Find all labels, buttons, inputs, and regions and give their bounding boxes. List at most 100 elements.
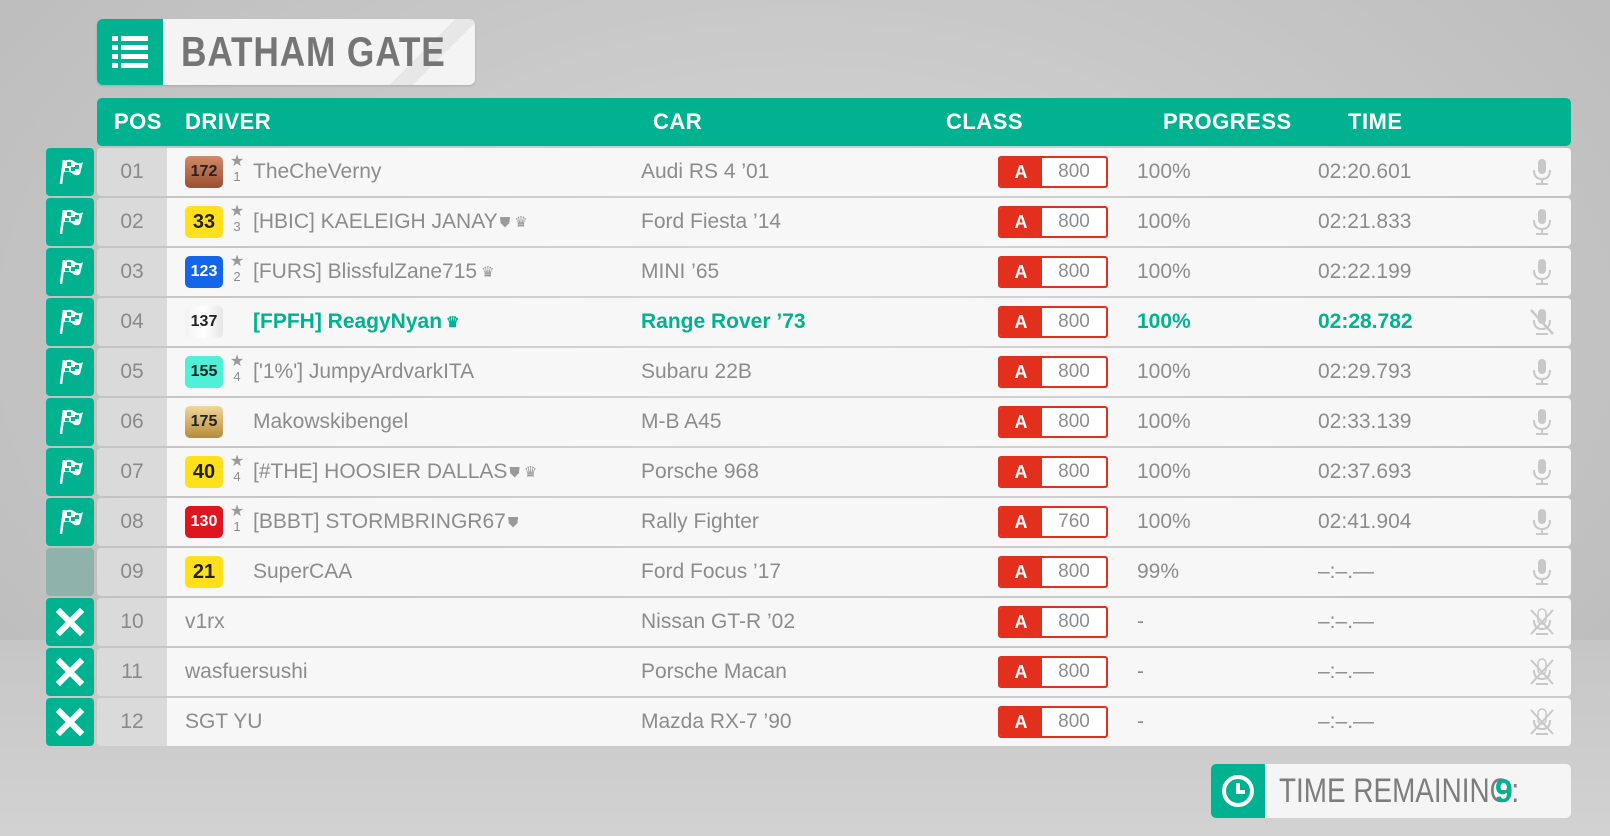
shield-icon: ⛊ [509, 464, 520, 480]
mic-muted-icon[interactable] [1529, 308, 1555, 336]
car-name: Porsche 968 [641, 460, 759, 483]
lap-time: 02:41.904 [1318, 510, 1412, 533]
position: 07 [97, 448, 167, 496]
position: 06 [97, 398, 167, 446]
mic-icon[interactable] [1529, 158, 1555, 186]
performance-index: 800 [1058, 311, 1090, 332]
row-body: 137 [FPFH] ReagyNyan ♛ Range Rover ’73 A 800 1… [167, 298, 1571, 346]
driver-level-badge: 40 [185, 456, 223, 488]
mic-icon[interactable] [1529, 408, 1555, 436]
progress-value: 100% [1137, 310, 1191, 333]
driver-name-cell[interactable]: [#THE] HOOSIER DALLAS ⛊ ♛ [253, 448, 537, 497]
performance-index: 800 [1058, 711, 1090, 732]
driver-level-badge: 123 [185, 256, 223, 288]
table-row[interactable]: 10 v1rx Nissan GT-R ’02 A 800 - –:–.— [46, 598, 1571, 646]
driver-name-cell[interactable]: TheCheVerny [253, 148, 381, 196]
star-rank: ★ 2 [227, 254, 247, 284]
mic-disabled-icon[interactable] [1529, 708, 1555, 736]
driver-name-cell[interactable]: Makowskibengel [253, 398, 408, 446]
progress-value: - [1137, 610, 1144, 633]
driver-name-cell[interactable]: [FURS] BlissfulZane715 ♛ [253, 248, 495, 297]
car-name: Range Rover ’73 [641, 310, 806, 333]
driver-level-badge: 155 [185, 356, 223, 388]
driver-name-cell[interactable]: [BBBT] STORMBRINGR67 ⛊ [253, 498, 518, 546]
lap-time: 02:33.139 [1318, 410, 1412, 433]
star-rank: ★ 1 [227, 504, 247, 534]
table-row[interactable]: 03 123 ★ 2 [FURS] BlissfulZane715 ♛ MINI ’65 A 8… [46, 248, 1571, 296]
mic-disabled-icon[interactable] [1529, 658, 1555, 686]
driver-name-cell[interactable]: SuperCAA [253, 548, 352, 596]
class-badge: A 800 [998, 356, 1108, 388]
mic-icon[interactable] [1529, 458, 1555, 486]
table-row[interactable]: 11 wasfuersushi Porsche Macan A 800 - –:–.— [46, 648, 1571, 696]
progress-value: 100% [1137, 360, 1191, 383]
performance-index: 760 [1058, 511, 1090, 532]
class-badge: A 800 [998, 306, 1108, 338]
crown-icon: ♛ [523, 464, 538, 481]
class-badge: A 800 [998, 706, 1108, 738]
class-letter: A [1000, 358, 1042, 386]
time-remaining-value: 9 [1495, 773, 1513, 809]
class-letter: A [1000, 308, 1042, 336]
star-icon: ★ [229, 453, 245, 470]
car-name: M-B A45 [641, 410, 722, 433]
mic-icon[interactable] [1529, 508, 1555, 536]
performance-index: 800 [1058, 361, 1090, 382]
driver-name-cell[interactable]: [HBIC] KAELEIGH JANAY ⛊ ♛ [253, 198, 528, 247]
progress-value: 100% [1137, 410, 1191, 433]
table-row[interactable]: 06 175 Makowskibengel M-B A45 A 800 100% 02:33.… [46, 398, 1571, 446]
driver-name-cell[interactable]: [FPFH] ReagyNyan ♛ [253, 298, 459, 347]
mic-icon[interactable] [1529, 558, 1555, 586]
class-letter: A [1000, 708, 1042, 736]
star-count: 3 [233, 219, 241, 234]
class-letter: A [1000, 658, 1042, 686]
crown-icon: ♛ [446, 314, 460, 331]
dnf-x-icon [46, 648, 94, 696]
position: 09 [97, 548, 167, 596]
row-body: v1rx Nissan GT-R ’02 A 800 - –:–.— [167, 598, 1571, 646]
position: 12 [97, 698, 167, 746]
car-name: Porsche Macan [641, 660, 787, 683]
table-row[interactable]: 02 33 ★ 3 [HBIC] KAELEIGH JANAY ⛊ ♛ Ford Fiesta… [46, 198, 1571, 246]
row-body: 175 Makowskibengel M-B A45 A 800 100% 02:33.13… [167, 398, 1571, 446]
table-row[interactable]: 12 SGT YU Mazda RX-7 ’90 A 800 - –:–.— [46, 698, 1571, 746]
driver-name: [FPFH] ReagyNyan [253, 310, 443, 333]
driver-name-cell[interactable]: SGT YU [185, 698, 262, 746]
driver-level-badge: 172 [185, 156, 223, 188]
position: 05 [97, 348, 167, 396]
mic-icon[interactable] [1529, 358, 1555, 386]
mic-icon[interactable] [1529, 258, 1555, 286]
results-table-header: POS DRIVER CAR CLASS PROGRESS TIME [97, 98, 1571, 146]
driver-name-cell[interactable]: ['1%'] JumpyArdvarkITA [253, 348, 474, 396]
table-row[interactable]: 04 137 [FPFH] ReagyNyan ♛ Range Rover ’73 A 80… [46, 298, 1571, 346]
driver-name-cell[interactable]: v1rx [185, 598, 225, 646]
lap-time: 02:21.833 [1318, 210, 1412, 233]
car-name: Ford Fiesta ’14 [641, 210, 782, 233]
driver-level-badge: 21 [185, 556, 223, 588]
header-pos: POS [114, 109, 162, 134]
progress-value: 100% [1137, 510, 1191, 533]
driver-name-cell[interactable]: wasfuersushi [185, 648, 308, 696]
crown-icon: ♛ [514, 214, 528, 231]
lap-time: –:–.— [1318, 710, 1375, 733]
time-remaining-panel: TIME REMAINING: 9 [1211, 764, 1571, 818]
class-badge: A 800 [998, 156, 1108, 188]
table-row[interactable]: 05 155 ★ 4 ['1%'] JumpyArdvarkITA Subaru 22B A… [46, 348, 1571, 396]
shield-icon: ⛊ [507, 514, 519, 530]
mic-disabled-icon[interactable] [1529, 608, 1555, 636]
header-progress: PROGRESS [1163, 109, 1292, 134]
driver-name: wasfuersushi [185, 660, 308, 683]
star-rank: ★ 4 [227, 354, 247, 384]
driver-name: [FURS] BlissfulZane715 [253, 260, 478, 283]
car-name: MINI ’65 [641, 260, 720, 283]
row-body: wasfuersushi Porsche Macan A 800 - –:–.— [167, 648, 1571, 696]
table-row[interactable]: 08 130 ★ 1 [BBBT] STORMBRINGR67 ⛊ Rally Fighte… [46, 498, 1571, 546]
position: 02 [97, 198, 167, 246]
table-row[interactable]: 01 172 ★ 1 TheCheVerny Audi RS 4 ’01 A 800 100% 0… [46, 148, 1571, 196]
header-car: CAR [653, 109, 703, 134]
table-row[interactable]: 07 40 ★ 4 [#THE] HOOSIER DALLAS ⛊ ♛ Porsche 968… [46, 448, 1571, 496]
performance-index: 800 [1058, 611, 1090, 632]
mic-icon[interactable] [1529, 208, 1555, 236]
table-row[interactable]: 09 21 SuperCAA Ford Focus ’17 A 800 99% –:–.— [46, 548, 1571, 596]
position: 03 [97, 248, 167, 296]
